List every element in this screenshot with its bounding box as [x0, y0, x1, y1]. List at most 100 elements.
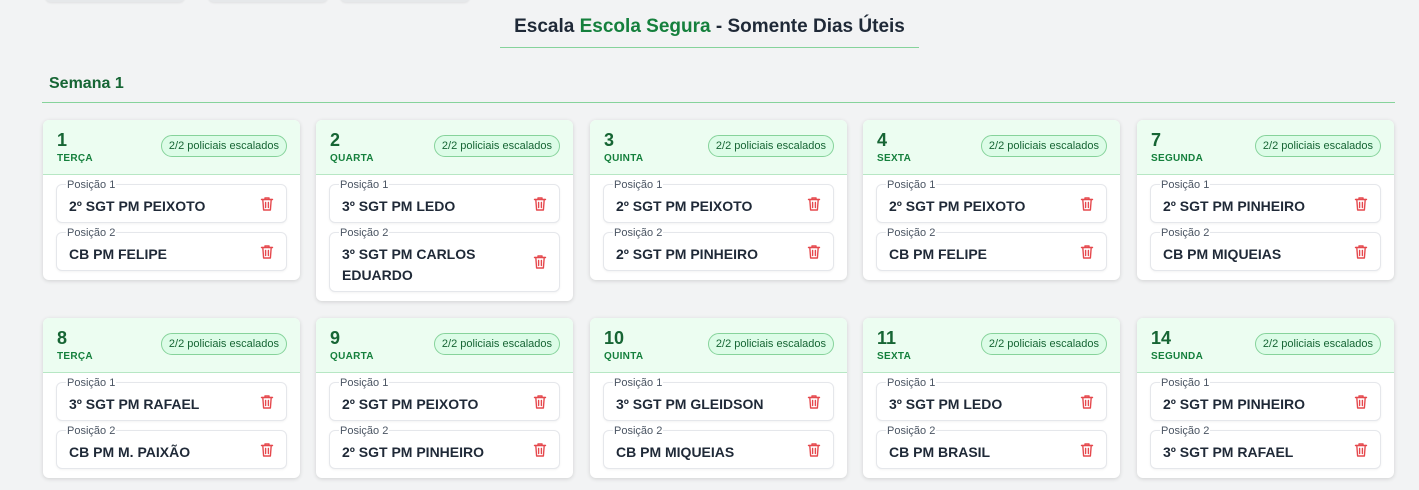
position-slot[interactable]: Posição 1 3º SGT PM RAFAEL [56, 376, 287, 421]
day-card-header: 3 QUINTA 2/2 policiais escalados [590, 120, 847, 175]
position-slot[interactable]: Posição 2 CB PM MIQUEIAS [1150, 226, 1381, 271]
position-label: Posição 1 [1160, 178, 1211, 192]
day-number: 8 [57, 328, 68, 348]
trash-icon[interactable] [807, 244, 821, 260]
position-slot[interactable]: Posição 2 2º SGT PM PINHEIRO [603, 226, 834, 271]
trash-icon[interactable] [807, 196, 821, 212]
position-list: Posição 1 3º SGT PM LEDO Posição 2 3º SGT P… [316, 175, 573, 301]
page-title: Escala Escola Segura - Somente Dias Útei… [500, 16, 919, 48]
officer-name: 2º SGT PM PINHEIRO [342, 444, 485, 460]
position-slot[interactable]: Posição 1 2º SGT PM PEIXOTO [603, 178, 834, 223]
position-slot[interactable]: Posição 2 CB PM MIQUEIAS [603, 424, 834, 469]
trash-icon[interactable] [533, 196, 547, 212]
day-number: 14 [1151, 328, 1172, 348]
trash-icon[interactable] [1354, 196, 1368, 212]
position-slot[interactable]: Posição 1 2º SGT PM PEIXOTO [56, 178, 287, 223]
trash-icon[interactable] [807, 442, 821, 458]
position-label: Posição 1 [1160, 376, 1211, 390]
day-number: 1 [57, 130, 68, 150]
status-badge: 2/2 policiais escalados [980, 333, 1107, 355]
position-slot[interactable]: Posição 2 2º SGT PM PINHEIRO [329, 424, 560, 469]
status-badge: 2/2 policiais escalados [433, 135, 560, 157]
day-card: 3 QUINTA 2/2 policiais escalados Posição 1 2… [590, 120, 847, 280]
status-badge: 2/2 policiais escalados [160, 333, 287, 355]
trash-icon[interactable] [1354, 394, 1368, 410]
title-suffix: - Somente Dias Úteis [710, 16, 905, 37]
day-card: 11 SEXTA 2/2 policiais escalados Posição 1 3… [863, 318, 1120, 478]
day-card-header: 2 QUARTA 2/2 policiais escalados [316, 120, 573, 175]
weekday-name: QUINTA [604, 351, 644, 362]
day-number: 3 [604, 130, 615, 150]
position-label: Posição 2 [66, 424, 117, 438]
position-slot[interactable]: Posição 2 CB PM M. PAIXÃO [56, 424, 287, 469]
position-slot[interactable]: Posição 1 3º SGT PM LEDO [329, 178, 560, 223]
position-label: Posição 1 [66, 178, 117, 192]
position-label: Posição 1 [613, 376, 664, 390]
title-accent: Escola Segura [579, 16, 711, 37]
trash-icon[interactable] [1354, 442, 1368, 458]
trash-icon[interactable] [1080, 394, 1094, 410]
status-badge: 2/2 policiais escalados [1254, 333, 1381, 355]
position-slot[interactable]: Posição 1 2º SGT PM PEIXOTO [329, 376, 560, 421]
trash-icon[interactable] [260, 196, 274, 212]
weekday-name: TERÇA [57, 153, 93, 164]
day-card-header: 1 TERÇA 2/2 policiais escalados [43, 120, 300, 175]
weekday-name: QUARTA [330, 153, 374, 164]
status-badge: 2/2 policiais escalados [980, 135, 1107, 157]
trash-icon[interactable] [1354, 244, 1368, 260]
weekday-name: QUINTA [604, 153, 644, 164]
trash-icon[interactable] [533, 254, 547, 270]
trash-icon[interactable] [260, 394, 274, 410]
position-label: Posição 2 [1160, 226, 1211, 240]
position-slot[interactable]: Posição 2 3º SGT PM RAFAEL [1150, 424, 1381, 469]
position-slot[interactable]: Posição 1 2º SGT PM PINHEIRO [1150, 376, 1381, 421]
position-slot[interactable]: Posição 2 CB PM FELIPE [876, 226, 1107, 271]
officer-name: 2º SGT PM PEIXOTO [616, 198, 753, 214]
day-card: 8 TERÇA 2/2 policiais escalados Posição 1 3º… [43, 318, 300, 478]
day-card: 7 SEGUNDA 2/2 policiais escalados Posição 1… [1137, 120, 1394, 280]
week-title: Semana 1 [49, 75, 124, 92]
position-label: Posição 2 [886, 226, 937, 240]
week-divider [42, 102, 1395, 103]
status-badge: 2/2 policiais escalados [160, 135, 287, 157]
position-slot[interactable]: Posição 2 3º SGT PM CARLOS EDUARDO [329, 226, 560, 292]
weekday-name: SEXTA [877, 153, 912, 164]
position-label: Posição 1 [339, 178, 390, 192]
position-list: Posição 1 2º SGT PM PEIXOTO Posição 2 CB PM… [43, 175, 300, 280]
officer-name: 2º SGT PM PEIXOTO [69, 198, 206, 214]
trash-icon[interactable] [260, 442, 274, 458]
trash-icon[interactable] [533, 442, 547, 458]
position-slot[interactable]: Posição 2 CB PM BRASIL [876, 424, 1107, 469]
status-badge: 2/2 policiais escalados [433, 333, 560, 355]
trash-icon[interactable] [1080, 442, 1094, 458]
position-slot[interactable]: Posição 2 CB PM FELIPE [56, 226, 287, 271]
weekday-name: QUARTA [330, 351, 374, 362]
day-number: 4 [877, 130, 888, 150]
officer-name: 3º SGT PM RAFAEL [1163, 444, 1294, 460]
position-label: Posição 1 [339, 376, 390, 390]
position-list: Posição 1 2º SGT PM PEIXOTO Posição 2 2º SG… [316, 373, 573, 478]
position-slot[interactable]: Posição 1 2º SGT PM PEIXOTO [876, 178, 1107, 223]
trash-icon[interactable] [807, 394, 821, 410]
title-prefix: Escala [514, 16, 580, 37]
trash-icon[interactable] [533, 394, 547, 410]
officer-name: 2º SGT PM PINHEIRO [1163, 396, 1306, 412]
day-card: 14 SEGUNDA 2/2 policiais escalados Posição … [1137, 318, 1394, 478]
officer-name: 2º SGT PM PINHEIRO [1163, 198, 1306, 214]
day-number: 7 [1151, 130, 1162, 150]
position-label: Posição 2 [339, 226, 390, 240]
officer-name: 2º SGT PM PEIXOTO [889, 198, 1026, 214]
position-slot[interactable]: Posição 1 3º SGT PM LEDO [876, 376, 1107, 421]
position-slot[interactable]: Posição 1 2º SGT PM PINHEIRO [1150, 178, 1381, 223]
position-label: Posição 2 [1160, 424, 1211, 438]
page-title-wrap: Escala Escola Segura - Somente Dias Útei… [0, 16, 1419, 48]
trash-icon[interactable] [1080, 244, 1094, 260]
position-list: Posição 1 3º SGT PM RAFAEL Posição 2 CB PM … [43, 373, 300, 478]
trash-icon[interactable] [1080, 196, 1094, 212]
officer-name: 2º SGT PM PEIXOTO [342, 396, 479, 412]
position-list: Posição 1 3º SGT PM GLEIDSON Posição 2 CB P… [590, 373, 847, 478]
position-slot[interactable]: Posição 1 3º SGT PM GLEIDSON [603, 376, 834, 421]
position-label: Posição 1 [613, 178, 664, 192]
trash-icon[interactable] [260, 244, 274, 260]
officer-name: CB PM M. PAIXÃO [69, 444, 191, 460]
